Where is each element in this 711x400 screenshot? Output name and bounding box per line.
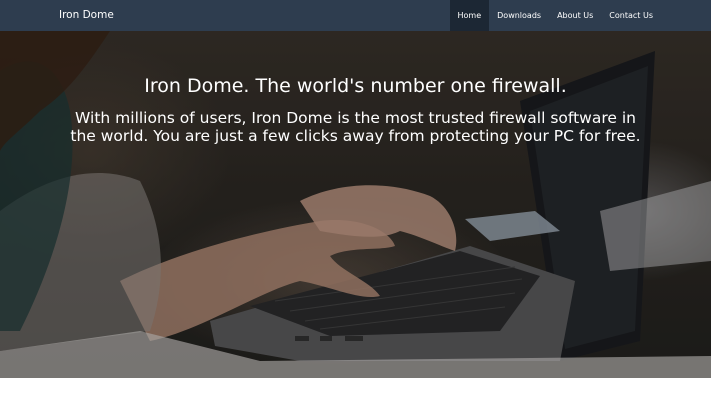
navbar: Iron Dome Home Downloads About Us Contac…	[0, 0, 711, 31]
brand-link[interactable]: Iron Dome	[59, 0, 114, 31]
nav-item-about-us[interactable]: About Us	[549, 0, 601, 31]
nav-item-downloads[interactable]: Downloads	[489, 0, 549, 31]
nav-menu: Home Downloads About Us Contact Us	[449, 0, 661, 31]
page-bottom-area	[0, 378, 711, 400]
nav-item-home[interactable]: Home	[449, 0, 490, 31]
nav-item-contact-us[interactable]: Contact Us	[601, 0, 661, 31]
hero-section: Iron Dome. The world's number one firewa…	[0, 31, 711, 378]
hero-title: Iron Dome. The world's number one firewa…	[144, 75, 567, 97]
hero-description: With millions of users, Iron Dome is the…	[70, 109, 641, 145]
